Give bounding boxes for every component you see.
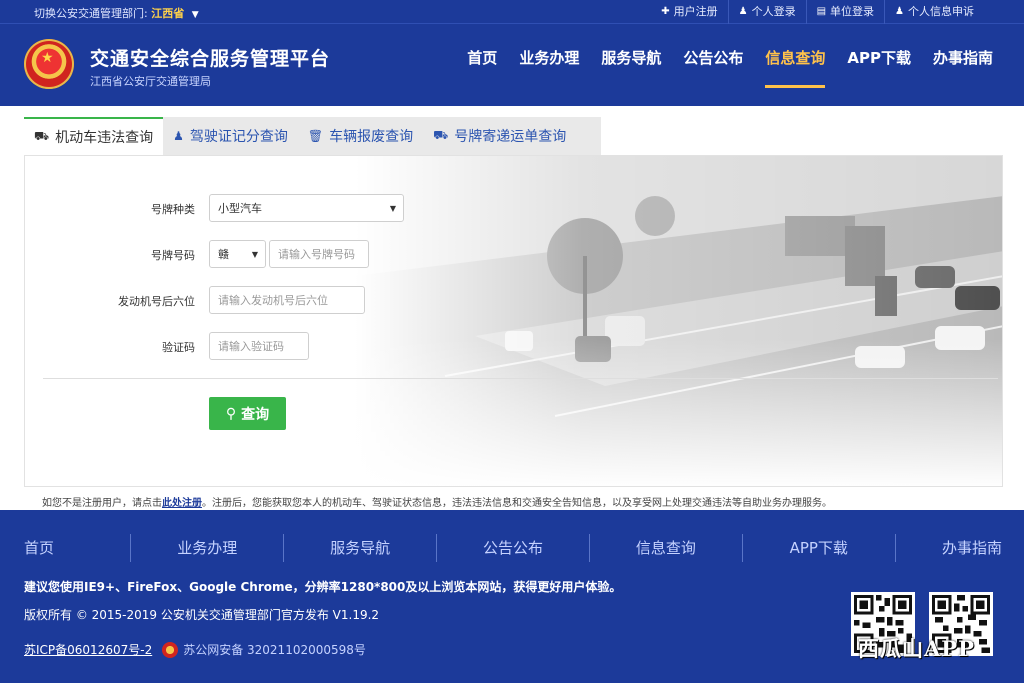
province-name[interactable]: 江西省 [151,7,184,20]
truck-icon: ⛟ [34,129,50,143]
tab-label: 号牌寄递运单查询 [454,129,567,145]
footer-nav-announcements[interactable]: 公告公布 [436,534,589,562]
footer-nav-guide[interactable]: 办事指南 [894,534,1024,562]
plate-number-input[interactable]: 请输入号牌号码 [269,240,369,268]
icp-link[interactable]: 苏ICP备06012607号-2 [24,641,152,658]
footer-nav-info-query[interactable]: 信息查询 [588,534,742,562]
register-notice: 如您不是注册用户，请点击此处注册。注册后，您能获取您本人的机动车、驾驶证状态信息… [42,494,832,509]
site-subtitle: 江西省公安厅交通管理局 [90,75,211,88]
user-icon: ♟ [738,6,748,17]
company-login-label: 单位登录 [830,5,875,18]
main-nav: 首页 业务办理 服务导航 公告公布 信息查询 APP下载 办事指南 [456,24,1004,106]
star-icon: ★ [41,50,54,66]
document-icon: ▤ [816,6,827,17]
plate-type-label: 号牌种类 [151,203,195,216]
site-header: ★ 交通安全综合服务管理平台 江西省公安厅交通管理局 首页 业务办理 服务导航 … [0,24,1024,106]
watermark-text: 西瓜山APP [858,636,975,661]
account-links: ✚ 用户注册 ♟ 个人登录 ▤ 单位登录 ♟ 个人信息申诉 [651,0,984,24]
captcha-label: 验证码 [162,341,195,354]
personal-login-label: 个人登录 [751,5,796,18]
notice-suffix: 。注册后，您能获取您本人的机动车、驾驶证状态信息，违法违法信息和交通安全告知信息… [202,498,832,509]
query-tabs: ⛟ 机动车违法查询 ♟ 驾驶证记分查询 🗑 车辆报废查询 ⛟ 号牌寄递运单查询 [24,117,601,155]
tab-plate-delivery[interactable]: ⛟ 号牌寄递运单查询 [423,117,576,155]
appeal-label: 个人信息申诉 [908,5,974,18]
engine-number-input[interactable]: 请输入发动机号后六位 [209,286,365,314]
person-icon: ♟ [173,129,184,143]
plate-prefix-select[interactable]: 赣 ▼ [209,240,266,268]
nav-app-download[interactable]: APP下载 [836,24,922,106]
tab-label: 车辆报废查询 [329,129,414,145]
truck-icon: ⛟ [433,128,449,142]
query-button-label: 查询 [241,406,270,423]
footer-nav-app-download[interactable]: APP下载 [741,534,895,562]
personal-login-link[interactable]: ♟ 个人登录 [727,0,806,24]
query-form-card: 号牌种类 小型汽车 ▼ 号牌号码 赣 ▼ 请输入号牌号码 发动机号后六位 请输入… [24,155,1003,487]
police-badge-icon [162,641,179,658]
chevron-down-icon: ▼ [389,203,396,213]
footer-nav-home[interactable]: 首页 [0,534,130,562]
user-icon: ♟ [895,6,904,17]
copyright-text: 版权所有 © 2015-2019 公安机关交通管理部门官方发布 V1.19.2 [24,608,380,622]
tab-vehicle-violation[interactable]: ⛟ 机动车违法查询 [24,117,164,155]
register-link[interactable]: ✚ 用户注册 [651,0,727,24]
tab-label: 驾驶证记分查询 [189,129,288,145]
footer-nav: 首页 业务办理 服务导航 公告公布 信息查询 APP下载 办事指南 [0,534,1024,562]
street-scene-background [355,156,1002,486]
plate-prefix-value: 赣 [218,248,229,261]
register-here-link[interactable]: 此处注册 [162,498,202,509]
footer-nav-business[interactable]: 业务办理 [130,534,283,562]
nav-business[interactable]: 业务办理 [508,24,590,106]
captcha-input[interactable]: 请输入验证码 [209,332,309,360]
notice-prefix: 如您不是注册用户，请点击 [42,498,162,509]
record-info: 苏ICP备06012607号-2 苏公网安备 32021102000598号 [24,641,366,658]
top-utility-bar: 切换公安交通管理部门: 江西省 ▼ ✚ 用户注册 ♟ 个人登录 ▤ 单位登录 ♟ 个人信… [0,0,1024,24]
engine-number-label: 发动机号后六位 [118,295,195,308]
tab-vehicle-scrap[interactable]: 🗑 车辆报废查询 [298,117,423,155]
appeal-link[interactable]: ♟ 个人信息申诉 [884,0,984,24]
chevron-down-icon: ▼ [251,249,258,259]
trash-icon: 🗑 [307,129,324,143]
footer-nav-service-guide[interactable]: 服务导航 [283,534,436,562]
police-record-link[interactable]: 苏公网安备 32021102000598号 [183,641,366,658]
nav-info-query[interactable]: 信息查询 [754,24,836,106]
nav-guide[interactable]: 办事指南 [922,24,1004,106]
nav-home[interactable]: 首页 [456,24,508,106]
nav-announcements[interactable]: 公告公布 [672,24,754,106]
caret-down-icon[interactable]: ▼ [192,10,199,20]
search-icon: ⚲ [225,405,237,422]
site-title[interactable]: 交通安全综合服务管理平台 [90,44,330,71]
police-emblem-logo[interactable]: ★ [24,39,74,89]
nav-service-guide[interactable]: 服务导航 [590,24,672,106]
plate-type-select[interactable]: 小型汽车 ▼ [209,194,404,222]
department-switcher[interactable]: 切换公安交通管理部门: 江西省 ▼ [34,5,199,21]
register-label: 用户注册 [673,5,718,18]
switch-label: 切换公安交通管理部门: [34,7,148,20]
tab-license-points[interactable]: ♟ 驾驶证记分查询 [163,117,298,155]
plate-type-value: 小型汽车 [218,202,262,215]
query-button[interactable]: ⚲ 查询 [209,397,286,430]
plate-number-label: 号牌号码 [151,249,195,262]
browser-tip: 建议您使用IE9+、FireFox、Google Chrome，分辨率1280*… [24,580,622,594]
plus-icon: ✚ [661,6,670,17]
tab-label: 机动车违法查询 [55,130,154,146]
company-login-link[interactable]: ▤ 单位登录 [805,0,884,24]
form-divider [43,378,998,379]
